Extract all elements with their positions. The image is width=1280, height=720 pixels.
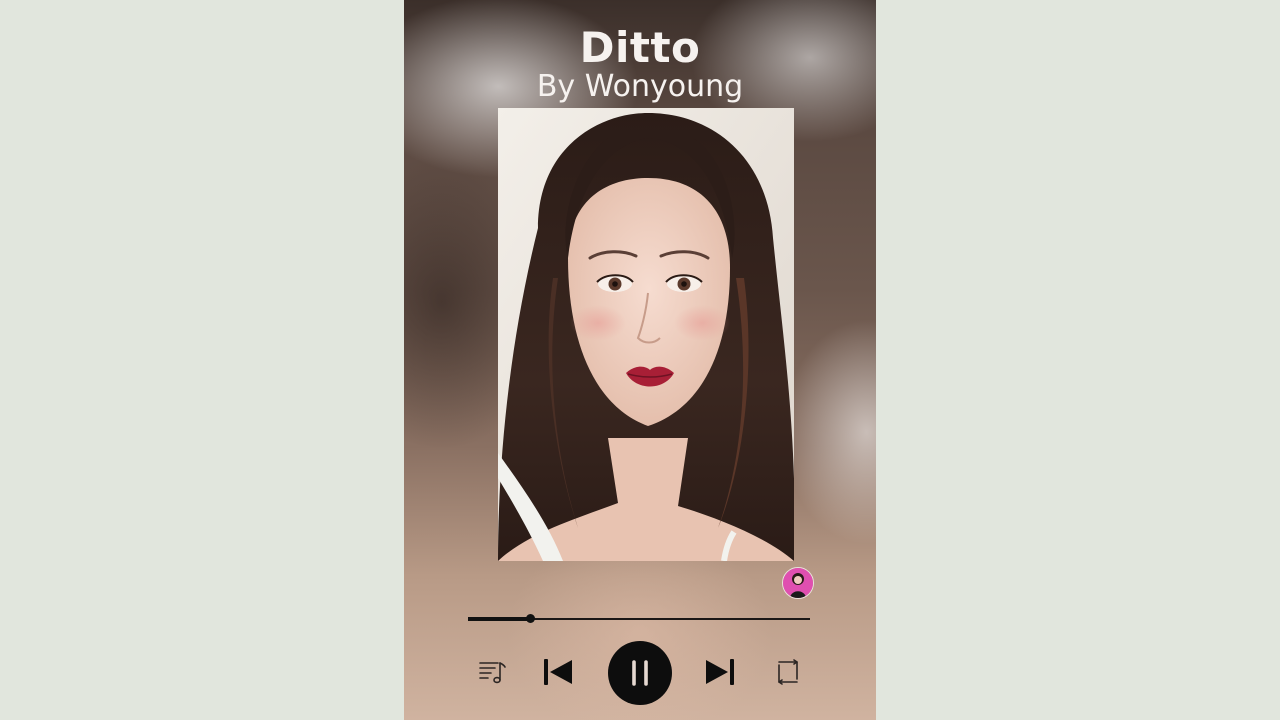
- repeat-icon: [773, 657, 803, 687]
- artist-avatar[interactable]: [782, 567, 814, 599]
- next-button[interactable]: [702, 655, 738, 689]
- progress-knob[interactable]: [525, 614, 535, 623]
- song-title: Ditto: [579, 23, 701, 72]
- previous-button[interactable]: [540, 655, 576, 689]
- repeat-button[interactable]: [770, 654, 806, 690]
- player-screen: Ditto By Wonyoung: [404, 0, 876, 720]
- progress-fill: [468, 617, 530, 621]
- album-cover: [498, 108, 794, 561]
- progress-bar[interactable]: [468, 614, 810, 623]
- pause-icon: [627, 658, 653, 688]
- playlist-button[interactable]: [474, 654, 510, 690]
- skip-next-icon: [703, 657, 737, 687]
- playlist-icon: [476, 656, 508, 688]
- artist-name: By Wonyoung: [536, 69, 744, 104]
- pause-button[interactable]: [608, 641, 672, 705]
- skip-previous-icon: [541, 657, 575, 687]
